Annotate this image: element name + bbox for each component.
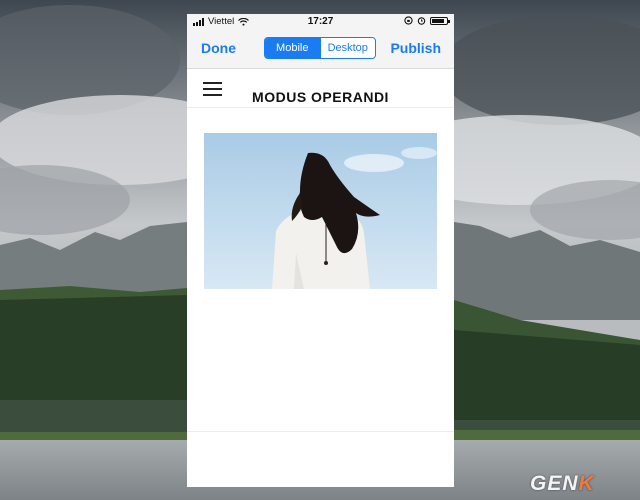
phone-screen: Viettel 17:27 Done Mobile Desktop Publis…: [187, 14, 454, 487]
watermark-main-text: GEN: [530, 472, 579, 495]
rotation-lock-icon: [404, 16, 413, 25]
view-mode-toggle: Mobile Desktop: [264, 37, 376, 59]
battery-icon: [430, 16, 450, 25]
status-right: [404, 16, 450, 25]
done-button[interactable]: Done: [201, 40, 236, 56]
battery-level: [432, 18, 444, 23]
mobile-view-tab[interactable]: Mobile: [265, 38, 320, 58]
editor-toolbar: Done Mobile Desktop Publish: [187, 30, 454, 69]
site-header: MODUS OPERANDI: [187, 69, 454, 108]
status-bar: Viettel 17:27: [187, 14, 454, 30]
alarm-icon: [417, 17, 426, 25]
footer-divider: [187, 431, 454, 432]
genk-watermark: GENK: [530, 472, 595, 496]
publish-button[interactable]: Publish: [390, 40, 441, 56]
site-title: MODUS OPERANDI: [252, 89, 389, 105]
desktop-view-tab[interactable]: Desktop: [319, 38, 375, 58]
hero-image: [204, 133, 437, 289]
watermark-accent-text: K: [578, 472, 595, 495]
